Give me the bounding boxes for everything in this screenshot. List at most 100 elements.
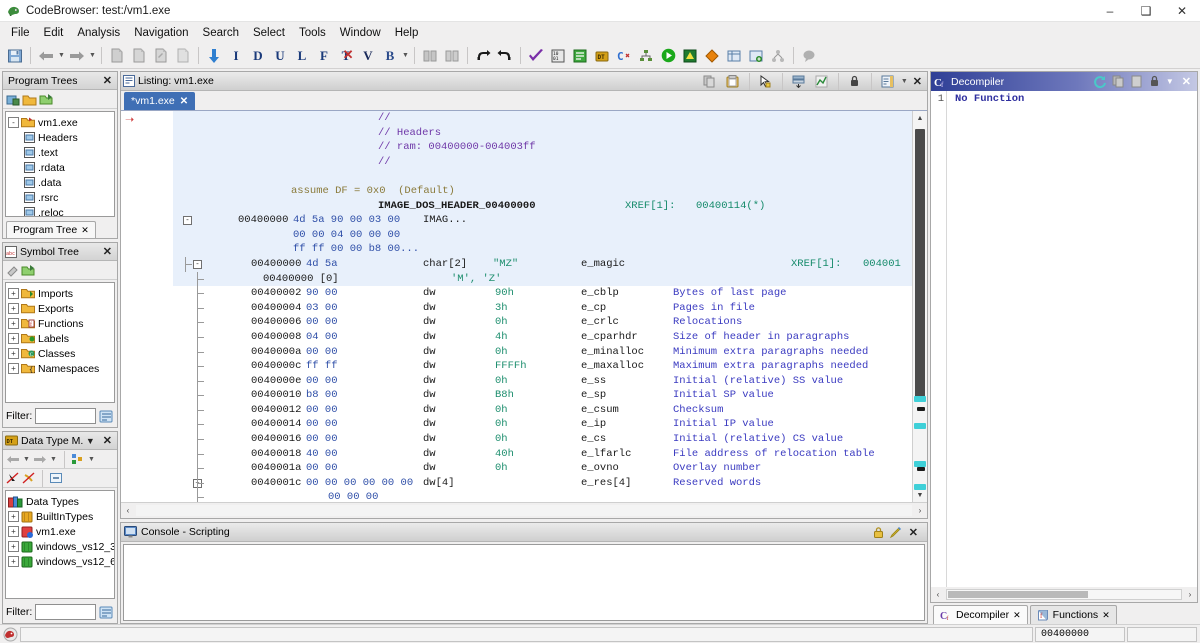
tab-close-icon[interactable]: ✕ bbox=[1013, 610, 1021, 621]
listing-row[interactable]: 0040000600 00dw0he_crlcRelocations bbox=[173, 315, 912, 330]
scroll-up-icon[interactable]: ▲ bbox=[913, 111, 927, 125]
listing-token[interactable]: e_cs bbox=[581, 432, 606, 447]
listing-token[interactable]: dw bbox=[423, 417, 436, 432]
listing-row[interactable] bbox=[173, 169, 912, 184]
listing-token[interactable]: 00 00 00 00 00 00 bbox=[306, 476, 413, 491]
listing-token[interactable]: 90h bbox=[495, 286, 514, 301]
paste-icon[interactable] bbox=[722, 70, 744, 92]
listing-token[interactable]: 00400000 bbox=[238, 213, 288, 228]
menu-analysis[interactable]: Analysis bbox=[70, 25, 127, 41]
listing-row[interactable]: 0040001200 00dw0he_csumChecksum bbox=[173, 403, 912, 418]
symbol-tree-filter-input[interactable] bbox=[35, 408, 96, 424]
create-folder-icon[interactable] bbox=[6, 93, 20, 106]
decompiler-hscroll-track[interactable] bbox=[946, 589, 1182, 600]
paste-tree-icon[interactable] bbox=[39, 93, 53, 106]
data-type-manager-icon[interactable]: DT bbox=[591, 45, 613, 67]
listing-token[interactable]: 0040000c bbox=[251, 359, 301, 374]
scrollbar-marker[interactable] bbox=[917, 467, 925, 471]
listing-token[interactable]: e_sp bbox=[581, 388, 606, 403]
listing-token[interactable]: 00400016 bbox=[251, 432, 301, 447]
listing-token[interactable]: dw bbox=[423, 432, 436, 447]
listing-row[interactable]: 0040001a00 00dw0he_ovnoOverlay number bbox=[173, 461, 912, 476]
forward-arrow-icon[interactable] bbox=[66, 45, 88, 67]
listing-token[interactable]: "MZ" bbox=[493, 257, 518, 272]
tab-functions[interactable]: f Functions ✕ bbox=[1030, 605, 1117, 624]
copy-page-icon[interactable] bbox=[106, 45, 128, 67]
listing-token[interactable]: Initial SP value bbox=[673, 388, 774, 403]
listing-token[interactable]: 00400010 bbox=[251, 388, 301, 403]
console-output[interactable] bbox=[123, 544, 925, 621]
listing-body[interactable]: ➝ //// Headers// ram: 00400000-004003ff/… bbox=[121, 111, 927, 502]
listing-token[interactable]: 00 00 bbox=[306, 315, 338, 330]
listing-token[interactable]: 03 00 bbox=[306, 301, 338, 316]
minimize-button[interactable]: – bbox=[1092, 0, 1128, 22]
copy-icon[interactable] bbox=[1112, 75, 1125, 88]
tree-node-rdata[interactable]: .rdata bbox=[8, 160, 112, 175]
letter-f-icon[interactable]: F bbox=[313, 45, 335, 67]
listing-token[interactable]: 'M', 'Z' bbox=[451, 272, 501, 287]
dt-node-builtintypes[interactable]: + BuiltInTypes bbox=[8, 509, 112, 524]
listing-expander[interactable]: - bbox=[193, 260, 202, 269]
listing-token[interactable]: 00400008 bbox=[251, 330, 301, 345]
listing-token[interactable]: dw bbox=[423, 286, 436, 301]
listing-token[interactable]: dw bbox=[423, 461, 436, 476]
letter-b-icon[interactable]: B bbox=[379, 45, 401, 67]
listing-token[interactable]: // bbox=[378, 111, 391, 126]
listing-token[interactable]: File address of relocation table bbox=[673, 447, 875, 462]
symbol-tree-close-icon[interactable]: ✕ bbox=[100, 245, 115, 258]
listing-token[interactable]: e_res[4] bbox=[581, 476, 631, 491]
listing-token[interactable]: // ram: 00400000-004003ff bbox=[378, 140, 536, 155]
listing-token[interactable]: Initial IP value bbox=[673, 417, 774, 432]
listing-token[interactable]: Minimum extra paragraphs needed bbox=[673, 345, 868, 360]
tree-node-rsrc[interactable]: .rsrc bbox=[8, 190, 112, 205]
listing-row[interactable]: // bbox=[173, 111, 912, 126]
menu-search[interactable]: Search bbox=[196, 25, 246, 41]
listing-row[interactable]: -004000004d 5a 90 00 03 00IMAG... bbox=[173, 213, 912, 228]
console-close-icon[interactable]: ✕ bbox=[906, 526, 921, 539]
listing-row[interactable]: 0040001600 00dw0he_csInitial (relative) … bbox=[173, 432, 912, 447]
listing-token[interactable]: e_minalloc bbox=[581, 345, 644, 360]
copy-icon[interactable] bbox=[699, 70, 721, 92]
listing-token[interactable]: e_magic bbox=[581, 257, 625, 272]
listing-token[interactable]: 00 00 bbox=[306, 417, 338, 432]
memory-map-icon[interactable]: 1001 bbox=[547, 45, 569, 67]
back-arrow-icon[interactable] bbox=[35, 45, 57, 67]
page-dim-icon[interactable] bbox=[172, 45, 194, 67]
diff-next-icon[interactable] bbox=[441, 45, 463, 67]
letter-u-icon[interactable]: U bbox=[269, 45, 291, 67]
chevron-down-icon[interactable]: ▼ bbox=[87, 456, 96, 463]
listing-token[interactable]: 00 00 04 00 00 00 bbox=[293, 228, 400, 243]
program-tree[interactable]: - vm1.exe Headers bbox=[5, 111, 115, 217]
listing-token[interactable]: 40 00 bbox=[306, 447, 338, 462]
decompiler-horizontal-scrollbar[interactable]: ‹ › bbox=[931, 587, 1197, 602]
listing-token[interactable]: 04 00 bbox=[306, 330, 338, 345]
scrollbar-marker[interactable] bbox=[914, 423, 926, 429]
close-button[interactable]: ✕ bbox=[1164, 0, 1200, 22]
listing-row[interactable]: 0040001840 00dw40he_lfarlcFile address o… bbox=[173, 447, 912, 462]
listing-close-icon[interactable]: ✕ bbox=[910, 75, 925, 88]
diff-view-icon[interactable] bbox=[788, 70, 810, 92]
listing-token[interactable]: 00400004 bbox=[251, 301, 301, 316]
listing-row[interactable]: 0040000e00 00dw0he_ssInitial (relative) … bbox=[173, 374, 912, 389]
letter-d-icon[interactable]: D bbox=[247, 45, 269, 67]
filter-pointers-icon[interactable] bbox=[6, 472, 20, 485]
clear-pencil-icon[interactable] bbox=[889, 526, 902, 539]
debugger-icon[interactable] bbox=[679, 45, 701, 67]
listing-token[interactable]: // Headers bbox=[378, 126, 441, 141]
tree-expander[interactable]: + bbox=[8, 348, 19, 359]
listing-token[interactable]: 00400006 bbox=[251, 315, 301, 330]
listing-token[interactable]: Overlay number bbox=[673, 461, 761, 476]
tree-node-data[interactable]: .data bbox=[8, 175, 112, 190]
listing-token[interactable]: 004001 bbox=[863, 257, 901, 272]
letter-t-icon[interactable]: T✕ bbox=[335, 45, 357, 67]
listing-token[interactable]: dw bbox=[423, 447, 436, 462]
listing-token[interactable]: 0040001a bbox=[251, 461, 301, 476]
undo-icon[interactable] bbox=[472, 45, 494, 67]
scroll-right-icon[interactable]: › bbox=[1183, 590, 1197, 599]
listing-token[interactable]: dw bbox=[423, 345, 436, 360]
decompiler-close-icon[interactable]: ✕ bbox=[1179, 75, 1194, 88]
listing-token[interactable]: 90 00 bbox=[306, 286, 338, 301]
snapshot-icon[interactable] bbox=[1148, 75, 1161, 88]
listing-token[interactable]: Bytes of last page bbox=[673, 286, 786, 301]
listing-token[interactable]: 0040000e bbox=[251, 374, 301, 389]
